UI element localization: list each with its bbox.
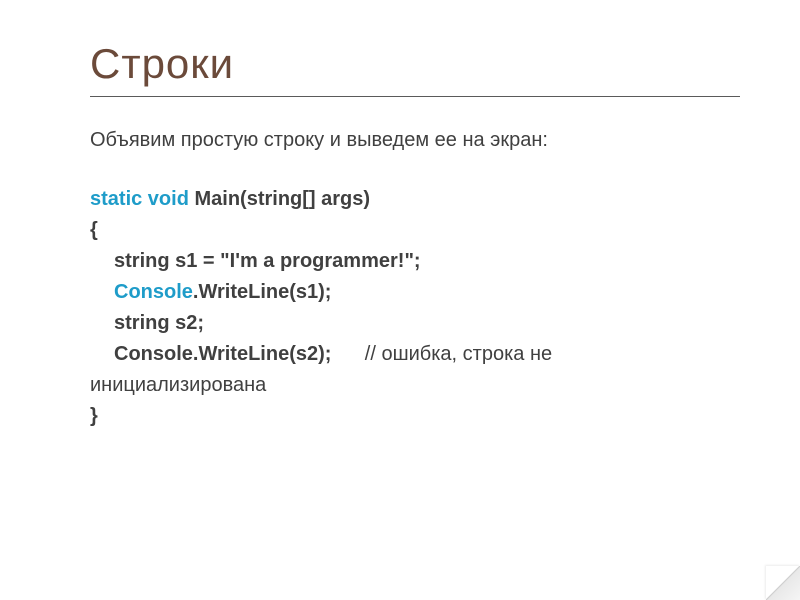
code-line-s2: string s2; bbox=[90, 308, 740, 339]
code-main-sig: Main(string[] args) bbox=[189, 188, 370, 210]
code-writeline2: Console.WriteLine(s2); bbox=[114, 343, 331, 365]
page-curl-icon bbox=[766, 566, 800, 600]
keyword-static-void: static void bbox=[90, 188, 189, 210]
slide: Строки Объявим простую строку и выведем … bbox=[0, 0, 800, 600]
code-writeline1: .WriteLine(s1); bbox=[193, 281, 332, 303]
title-block: Строки bbox=[90, 40, 740, 97]
code-block: static void Main(string[] args) { string… bbox=[90, 184, 740, 432]
code-line-console2: Console.WriteLine(s2); // ошибка, строка… bbox=[90, 339, 740, 370]
code-line-1: static void Main(string[] args) bbox=[90, 184, 740, 215]
slide-content: Объявим простую строку и выведем ее на э… bbox=[90, 125, 740, 432]
code-line-console1: Console.WriteLine(s1); bbox=[90, 277, 740, 308]
intro-text: Объявим простую строку и выведем ее на э… bbox=[90, 125, 740, 156]
code-brace-close: } bbox=[90, 401, 740, 432]
slide-title: Строки bbox=[90, 40, 740, 88]
keyword-console: Console bbox=[114, 281, 193, 303]
code-line-wrap: инициализирована bbox=[90, 370, 740, 401]
title-underline bbox=[90, 96, 740, 97]
code-line-s1: string s1 = "I'm a programmer!"; bbox=[90, 246, 740, 277]
code-comment: // ошибка, строка не bbox=[331, 343, 552, 365]
code-brace-open: { bbox=[90, 215, 740, 246]
